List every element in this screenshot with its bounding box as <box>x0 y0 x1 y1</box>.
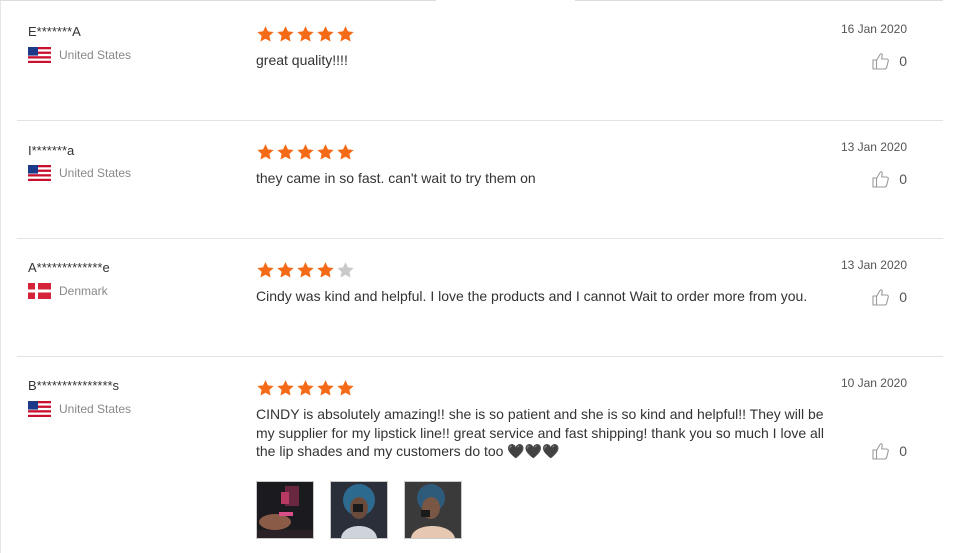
helpful-button[interactable]: 0 <box>872 288 907 306</box>
review-date: 16 Jan 2020 <box>840 22 907 36</box>
review-date: 13 Jan 2020 <box>840 258 907 272</box>
review-text: Cindy was kind and helpful. I love the p… <box>256 288 808 304</box>
thumbs-up-icon <box>872 443 890 460</box>
us-flag-icon <box>28 401 51 417</box>
star-empty-icon <box>337 262 354 278</box>
review-date: 10 Jan 2020 <box>840 376 907 390</box>
star-rating <box>256 261 355 280</box>
review-item: A*************e Denmark Cindy was kind a… <box>17 238 943 357</box>
star-filled-icon <box>277 262 294 278</box>
helpful-button[interactable]: 0 <box>872 442 907 460</box>
reviewer-country: United States <box>28 401 131 417</box>
helpful-count: 0 <box>899 53 907 69</box>
star-filled-icon <box>297 144 314 160</box>
us-flag-icon <box>28 47 51 63</box>
page-left-border <box>0 0 1 553</box>
star-filled-icon <box>317 144 334 160</box>
review-photo-1[interactable] <box>256 481 314 539</box>
reviewer-country: Denmark <box>28 283 108 299</box>
star-filled-icon <box>277 380 294 396</box>
star-filled-icon <box>297 380 314 396</box>
helpful-count: 0 <box>899 443 907 459</box>
helpful-button[interactable]: 0 <box>872 170 907 188</box>
reviewer-country: United States <box>28 165 131 181</box>
review-photo-2[interactable] <box>330 481 388 539</box>
star-filled-icon <box>257 380 274 396</box>
reviewer-name: I*******a <box>28 143 75 158</box>
star-filled-icon <box>297 262 314 278</box>
dk-flag-icon <box>28 283 51 299</box>
helpful-count: 0 <box>899 171 907 187</box>
star-filled-icon <box>297 26 314 42</box>
review-date: 13 Jan 2020 <box>840 140 907 154</box>
helpful-button[interactable]: 0 <box>872 52 907 70</box>
star-rating <box>256 379 355 398</box>
country-name: Denmark <box>59 284 108 298</box>
thumbs-up-icon <box>872 53 890 70</box>
star-filled-icon <box>337 144 354 160</box>
reviewer-country: United States <box>28 47 131 63</box>
country-name: United States <box>59 402 132 416</box>
star-filled-icon <box>277 144 294 160</box>
star-filled-icon <box>277 26 294 42</box>
thumbs-up-icon <box>872 289 890 306</box>
star-rating <box>256 143 355 162</box>
reviewer-name: E*******A <box>28 24 81 39</box>
thumbs-up-icon <box>872 171 890 188</box>
reviewer-name: B***************s <box>28 378 120 393</box>
review-photo-3[interactable] <box>404 481 462 539</box>
star-filled-icon <box>337 380 354 396</box>
review-item: I*******a United States they came in so … <box>17 120 943 239</box>
star-filled-icon <box>257 144 274 160</box>
star-filled-icon <box>337 26 354 42</box>
star-filled-icon <box>317 380 334 396</box>
review-item: E*******A United States great quality!!!… <box>17 0 943 121</box>
star-filled-icon <box>257 26 274 42</box>
helpful-count: 0 <box>899 289 907 305</box>
country-name: United States <box>59 166 132 180</box>
review-text: great quality!!!! <box>256 52 348 68</box>
review-photos <box>256 481 462 539</box>
review-text: they came in so fast. can't wait to try … <box>256 170 536 186</box>
us-flag-icon <box>28 165 51 181</box>
review-text: CINDY is absolutely amazing!! she is so … <box>256 406 825 459</box>
review-item: B***************s United States CINDY is… <box>17 356 943 553</box>
star-filled-icon <box>317 262 334 278</box>
star-filled-icon <box>317 26 334 42</box>
star-filled-icon <box>257 262 274 278</box>
country-name: United States <box>59 48 132 62</box>
star-rating <box>256 25 355 44</box>
reviewer-name: A*************e <box>28 260 110 275</box>
